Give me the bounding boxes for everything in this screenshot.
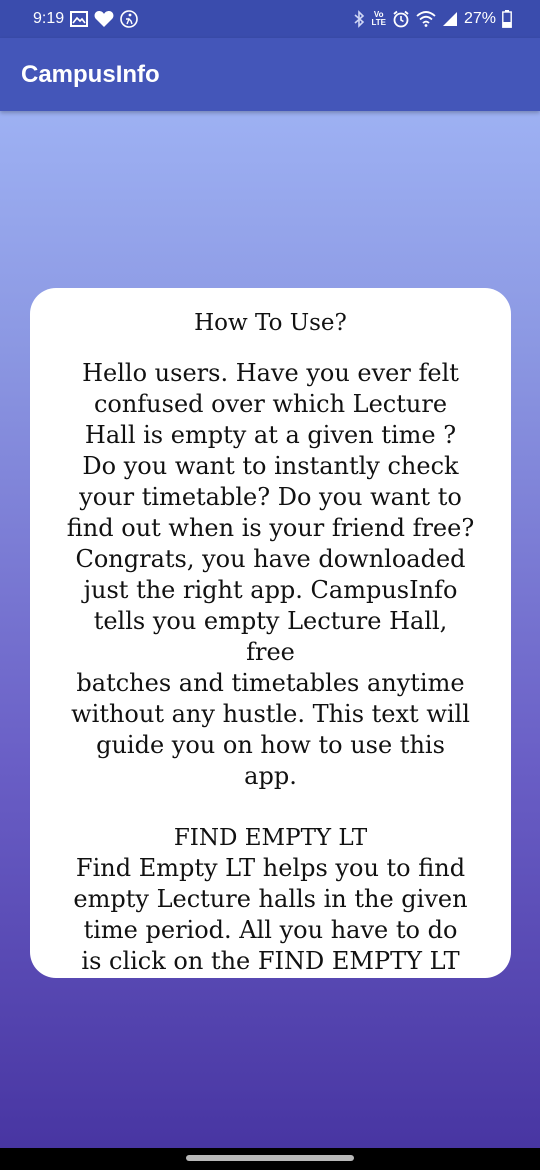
section-heading: FIND EMPTY LT bbox=[173, 825, 368, 851]
status-bar: 9:19 Vo LTE 27% bbox=[0, 0, 540, 38]
volte-label-bottom: LTE bbox=[371, 18, 386, 27]
signal-icon bbox=[442, 11, 458, 27]
screen: 9:19 Vo LTE 27% CampusInfo How To Use? H… bbox=[0, 0, 540, 1170]
fitness-icon bbox=[120, 10, 138, 28]
home-handle[interactable] bbox=[186, 1155, 354, 1161]
battery-icon bbox=[502, 10, 512, 28]
intro-text: Hello users. Have you ever felt confused… bbox=[66, 359, 475, 790]
app-bar: CampusInfo bbox=[0, 38, 540, 111]
wifi-icon bbox=[416, 11, 436, 27]
heart-icon bbox=[94, 10, 114, 28]
status-left: 9:19 bbox=[0, 10, 138, 28]
instructions-card[interactable]: How To Use? Hello users. Have you ever f… bbox=[30, 288, 511, 978]
status-time: 9:19 bbox=[33, 10, 65, 27]
gallery-icon bbox=[70, 11, 89, 27]
status-right: Vo LTE 27% bbox=[353, 10, 540, 28]
card-title: How To Use? bbox=[194, 310, 347, 336]
battery-percent: 27% bbox=[463, 10, 496, 27]
section-body: Find Empty LT helps you to find empty Le… bbox=[73, 854, 468, 975]
alarm-icon bbox=[392, 10, 410, 28]
app-title: CampusInfo bbox=[21, 60, 160, 88]
bluetooth-icon bbox=[353, 10, 365, 28]
instructions-content: How To Use? Hello users. Have you ever f… bbox=[30, 288, 511, 978]
gesture-nav-bar bbox=[0, 1148, 540, 1170]
volte-icon: Vo LTE bbox=[371, 11, 386, 27]
